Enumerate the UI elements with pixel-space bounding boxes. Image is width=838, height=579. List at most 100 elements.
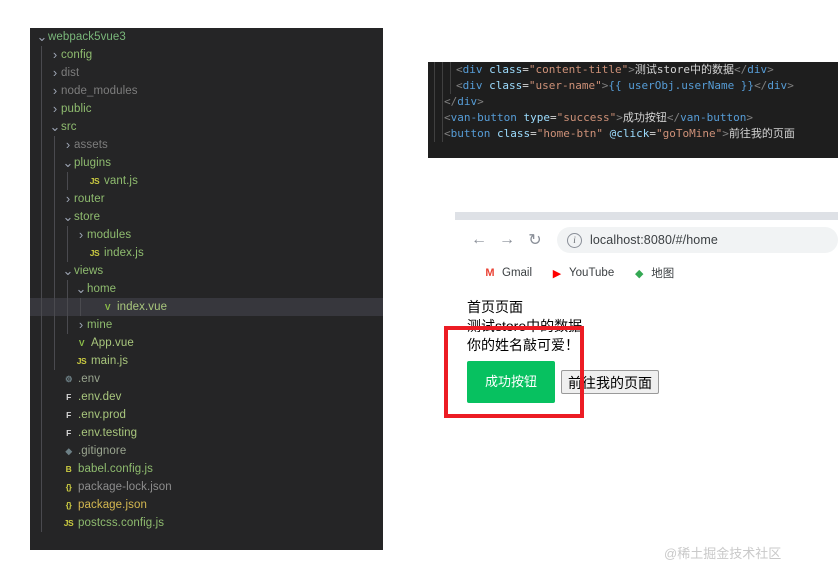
tree-item[interactable]: ⌄ store xyxy=(30,208,383,226)
chevron-down-icon[interactable]: ⌄ xyxy=(62,156,74,169)
code-line-text: <div class="user-name">{{ userObj.userNa… xyxy=(454,79,794,92)
file-type-icon: V xyxy=(78,338,85,348)
tree-item[interactable]: ◆ .gitignore xyxy=(30,442,383,460)
tree-item[interactable]: ⌄ plugins xyxy=(30,154,383,172)
bookmark-item[interactable]: ◆ 地图 xyxy=(632,265,674,281)
tree-item[interactable]: ⚙ .env xyxy=(30,370,383,388)
code-line-text: <van-button type="success">成功按钮</van-but… xyxy=(442,111,753,124)
tree-item[interactable]: › node_modules xyxy=(30,82,383,100)
code-line-text: </div> xyxy=(442,95,484,108)
go-to-mine-button[interactable]: 前往我的页面 xyxy=(561,370,660,394)
back-icon[interactable]: ← xyxy=(465,226,493,254)
chevron-right-icon[interactable]: › xyxy=(75,318,87,332)
tree-item[interactable]: ⌄ webpack5vue3 xyxy=(30,28,383,46)
indent-guide xyxy=(41,298,42,316)
tree-item-label: src xyxy=(61,121,77,133)
twisty-placeholder xyxy=(49,370,61,388)
code-indent-guide xyxy=(434,126,435,142)
twisty-placeholder xyxy=(49,388,61,406)
tree-item[interactable]: › public xyxy=(30,100,383,118)
code-token: 前往我的页面 xyxy=(728,127,795,140)
watermark: @稀土掘金技术社区 xyxy=(664,546,782,561)
indent-guide xyxy=(54,298,55,316)
tree-item-label: .env.prod xyxy=(78,409,126,421)
page-viewport: 首页页面 测试store中的数据 你的姓名敲可爱！ 成功按钮 前往我的页面 xyxy=(455,286,838,403)
tree-item-selected[interactable]: Vindex.vue xyxy=(30,298,383,316)
bookmark-item[interactable]: M Gmail xyxy=(483,266,532,280)
indent-guide xyxy=(54,316,55,334)
tree-item[interactable]: JS main.js xyxy=(30,352,383,370)
code-token: div xyxy=(747,63,768,76)
chevron-right-icon[interactable]: › xyxy=(49,66,61,80)
tree-item[interactable]: JS index.js xyxy=(30,244,383,262)
code-token: class xyxy=(497,127,531,140)
file-type-icon: F xyxy=(66,428,71,438)
reload-icon[interactable]: ↻ xyxy=(521,226,549,254)
code-token: = xyxy=(649,127,656,140)
indent-guide xyxy=(41,496,42,514)
browser-toolbar: ← → ↻ i localhost:8080/#/home xyxy=(455,220,838,260)
tree-item[interactable]: ⌄ views xyxy=(30,262,383,280)
success-button[interactable]: 成功按钮 xyxy=(467,361,556,403)
file-type-icon: ◆ xyxy=(65,446,72,456)
code-line: <van-button type="success">成功按钮</van-but… xyxy=(428,110,838,126)
forward-icon[interactable]: → xyxy=(493,226,521,254)
code-line-text: <div class="content-title">测试store中的数据</… xyxy=(454,63,774,76)
tree-item[interactable]: V App.vue xyxy=(30,334,383,352)
code-line: </div> xyxy=(428,94,838,110)
chevron-right-icon[interactable]: › xyxy=(62,192,74,206)
tree-item[interactable]: {} package-lock.json xyxy=(30,478,383,496)
code-token: = xyxy=(522,63,529,76)
bookmark-favicon-icon: ◆ xyxy=(635,267,644,280)
indent-guide xyxy=(41,172,42,190)
indent-guide xyxy=(54,190,55,208)
tree-item[interactable]: › dist xyxy=(30,64,383,82)
chevron-down-icon[interactable]: ⌄ xyxy=(62,210,74,223)
tree-item[interactable]: ⌄ src xyxy=(30,118,383,136)
code-token: > xyxy=(616,111,623,124)
tree-item[interactable]: › assets xyxy=(30,136,383,154)
tree-item[interactable]: › mine xyxy=(30,316,383,334)
indent-guide xyxy=(67,244,68,262)
chevron-down-icon[interactable]: ⌄ xyxy=(49,120,61,133)
tree-item[interactable]: ⌄ home xyxy=(30,280,383,298)
chevron-right-icon[interactable]: › xyxy=(49,48,61,62)
chevron-down-icon[interactable]: ⌄ xyxy=(75,282,87,295)
bookmark-item[interactable]: ▶ YouTube xyxy=(550,266,614,280)
address-bar[interactable]: i localhost:8080/#/home xyxy=(557,227,838,253)
indent-guide xyxy=(54,352,55,370)
indent-guide xyxy=(54,334,55,352)
tree-item-label: main.js xyxy=(91,355,129,367)
tree-item[interactable]: F .env.prod xyxy=(30,406,383,424)
tree-item[interactable]: JS postcss.config.js xyxy=(30,514,383,532)
chevron-right-icon[interactable]: › xyxy=(75,228,87,242)
indent-guide xyxy=(54,244,55,262)
chevron-down-icon[interactable]: ⌄ xyxy=(62,264,74,277)
code-token: > xyxy=(746,111,753,124)
tree-item[interactable]: › router xyxy=(30,190,383,208)
chevron-down-icon[interactable]: ⌄ xyxy=(36,30,48,43)
file-explorer[interactable]: ⌄ webpack5vue3 › config › dist › node_modules › p… xyxy=(30,28,383,550)
indent-guide xyxy=(54,154,55,172)
chevron-right-icon[interactable]: › xyxy=(62,138,74,152)
site-info-icon[interactable]: i xyxy=(567,232,582,248)
indent-guide xyxy=(41,226,42,244)
tree-item[interactable]: JS vant.js xyxy=(30,172,383,190)
chevron-right-icon[interactable]: › xyxy=(49,102,61,116)
code-indent-guide xyxy=(434,110,435,126)
code-token: van-button xyxy=(450,111,517,124)
tree-item[interactable]: › modules xyxy=(30,226,383,244)
tree-item[interactable]: F .env.testing xyxy=(30,424,383,442)
tree-item[interactable]: › config xyxy=(30,46,383,64)
tree-item[interactable]: {} package.json xyxy=(30,496,383,514)
tree-item[interactable]: F .env.dev xyxy=(30,388,383,406)
code-token: "success" xyxy=(556,111,617,124)
code-token: = xyxy=(522,79,529,92)
code-editor-snippet[interactable]: <div class="content-title">测试store中的数据</… xyxy=(428,62,838,158)
file-type-icon: JS xyxy=(89,176,100,186)
chevron-right-icon[interactable]: › xyxy=(49,84,61,98)
tree-item-label: node_modules xyxy=(61,85,138,97)
code-token: < xyxy=(456,63,463,76)
tree-item[interactable]: Bbabel.config.js xyxy=(30,460,383,478)
